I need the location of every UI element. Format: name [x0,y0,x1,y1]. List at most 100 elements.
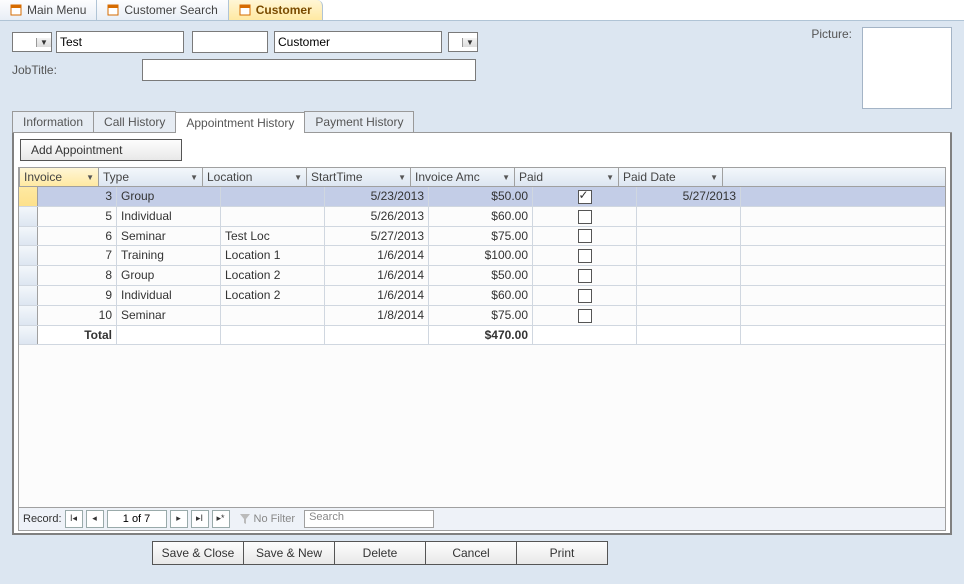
cell-paid-date[interactable] [637,246,741,265]
row-selector[interactable] [19,207,38,226]
cell-paid[interactable] [533,187,637,206]
cell-invoice[interactable]: 6 [38,227,117,246]
col-amount[interactable]: Invoice Amc▼ [411,168,515,186]
table-row[interactable]: 10Seminar 1/8/2014$75.00 [19,306,945,326]
sub-tab[interactable]: Information [12,111,94,132]
nav-first-button[interactable]: I◂ [65,510,83,528]
col-paid[interactable]: Paid▼ [515,168,619,186]
cancel-button[interactable]: Cancel [425,541,517,565]
print-button[interactable]: Print [516,541,608,565]
save-new-button[interactable]: Save & New [243,541,335,565]
cell-amount[interactable]: $50.00 [429,187,533,206]
cell-amount[interactable]: $75.00 [429,306,533,325]
cell-type[interactable]: Individual [117,207,221,226]
cell-paid[interactable] [533,266,637,285]
cell-paid[interactable] [533,286,637,305]
cell-paid-date[interactable] [637,306,741,325]
col-invoice[interactable]: Invoice▼ [20,168,99,186]
cell-amount[interactable]: $50.00 [429,266,533,285]
row-selector[interactable] [19,187,38,206]
cell-invoice[interactable]: 10 [38,306,117,325]
cell-paid-date[interactable] [637,227,741,246]
cell-location[interactable]: Location 1 [221,246,325,265]
record-position-input[interactable] [107,510,167,528]
cell-start-time[interactable]: 1/6/2014 [325,266,429,285]
window-tab[interactable]: Customer [229,0,323,20]
cell-start-time[interactable]: 5/27/2013 [325,227,429,246]
cell-start-time[interactable]: 1/6/2014 [325,286,429,305]
col-type[interactable]: Type▼ [99,168,203,186]
cell-paid[interactable] [533,207,637,226]
row-selector[interactable] [19,227,38,246]
checkbox-icon[interactable] [578,309,592,323]
cell-location[interactable] [221,207,325,226]
cell-invoice[interactable]: 3 [38,187,117,206]
delete-button[interactable]: Delete [334,541,426,565]
cell-paid-date[interactable] [637,207,741,226]
nav-new-button[interactable]: ▸* [212,510,230,528]
cell-start-time[interactable]: 5/23/2013 [325,187,429,206]
sub-tab[interactable]: Call History [93,111,176,132]
suffix-combo[interactable]: ▼ [448,32,478,52]
checkbox-icon[interactable] [578,269,592,283]
first-name-input[interactable] [56,31,184,53]
checkbox-icon[interactable] [578,249,592,263]
checkbox-icon[interactable] [578,190,592,204]
cell-amount[interactable]: $75.00 [429,227,533,246]
row-selector[interactable] [19,306,38,325]
nav-prev-button[interactable]: ◂ [86,510,104,528]
row-selector[interactable] [19,266,38,285]
row-selector[interactable] [19,286,38,305]
last-name-input[interactable] [274,31,442,53]
grid-body[interactable]: 3Group5/23/2013$50.005/27/20135Individua… [19,187,945,507]
cell-start-time[interactable]: 5/26/2013 [325,207,429,226]
cell-type[interactable]: Individual [117,286,221,305]
cell-paid-date[interactable] [637,266,741,285]
cell-type[interactable]: Seminar [117,306,221,325]
cell-invoice[interactable]: 7 [38,246,117,265]
cell-amount[interactable]: $60.00 [429,286,533,305]
row-selector[interactable] [19,246,38,265]
cell-invoice[interactable]: 5 [38,207,117,226]
col-paid-date[interactable]: Paid Date▼ [619,168,723,186]
cell-start-time[interactable]: 1/8/2014 [325,306,429,325]
cell-type[interactable]: Training [117,246,221,265]
cell-location[interactable]: Location 2 [221,286,325,305]
table-row[interactable]: 3Group 5/23/2013$50.00 5/27/2013 [19,187,945,207]
table-row[interactable]: 9IndividualLocation 21/6/2014$60.00 [19,286,945,306]
sub-tab[interactable]: Appointment History [175,112,305,133]
sub-tab[interactable]: Payment History [304,111,414,132]
cell-start-time[interactable]: 1/6/2014 [325,246,429,265]
cell-paid[interactable] [533,227,637,246]
job-title-input[interactable] [142,59,476,81]
table-row[interactable]: 5Individual 5/26/2013$60.00 [19,207,945,227]
checkbox-icon[interactable] [578,229,592,243]
cell-type[interactable]: Seminar [117,227,221,246]
cell-invoice[interactable]: 9 [38,286,117,305]
window-tab[interactable]: Main Menu [0,0,97,20]
nav-next-button[interactable]: ▸ [170,510,188,528]
cell-location[interactable]: Location 2 [221,266,325,285]
add-appointment-button[interactable]: Add Appointment [20,139,182,161]
cell-location[interactable] [221,187,325,206]
salutation-combo[interactable]: ▼ [12,32,52,52]
cell-amount[interactable]: $60.00 [429,207,533,226]
cell-invoice[interactable]: 8 [38,266,117,285]
window-tab[interactable]: Customer Search [97,0,228,20]
table-row[interactable]: 6SeminarTest Loc5/27/2013$75.00 [19,227,945,247]
cell-paid[interactable] [533,246,637,265]
cell-amount[interactable]: $100.00 [429,246,533,265]
col-start-time[interactable]: StartTime▼ [307,168,411,186]
cell-type[interactable]: Group [117,187,221,206]
cell-location[interactable]: Test Loc [221,227,325,246]
grid-search-input[interactable]: Search [304,510,434,528]
col-location[interactable]: Location▼ [203,168,307,186]
cell-paid-date[interactable]: 5/27/2013 [637,187,741,206]
table-row[interactable]: 8GroupLocation 21/6/2014$50.00 [19,266,945,286]
picture-frame[interactable] [862,27,952,109]
nav-last-button[interactable]: ▸I [191,510,209,528]
cell-paid-date[interactable] [637,286,741,305]
table-row[interactable]: 7TrainingLocation 11/6/2014$100.00 [19,246,945,266]
cell-type[interactable]: Group [117,266,221,285]
save-close-button[interactable]: Save & Close [152,541,244,565]
